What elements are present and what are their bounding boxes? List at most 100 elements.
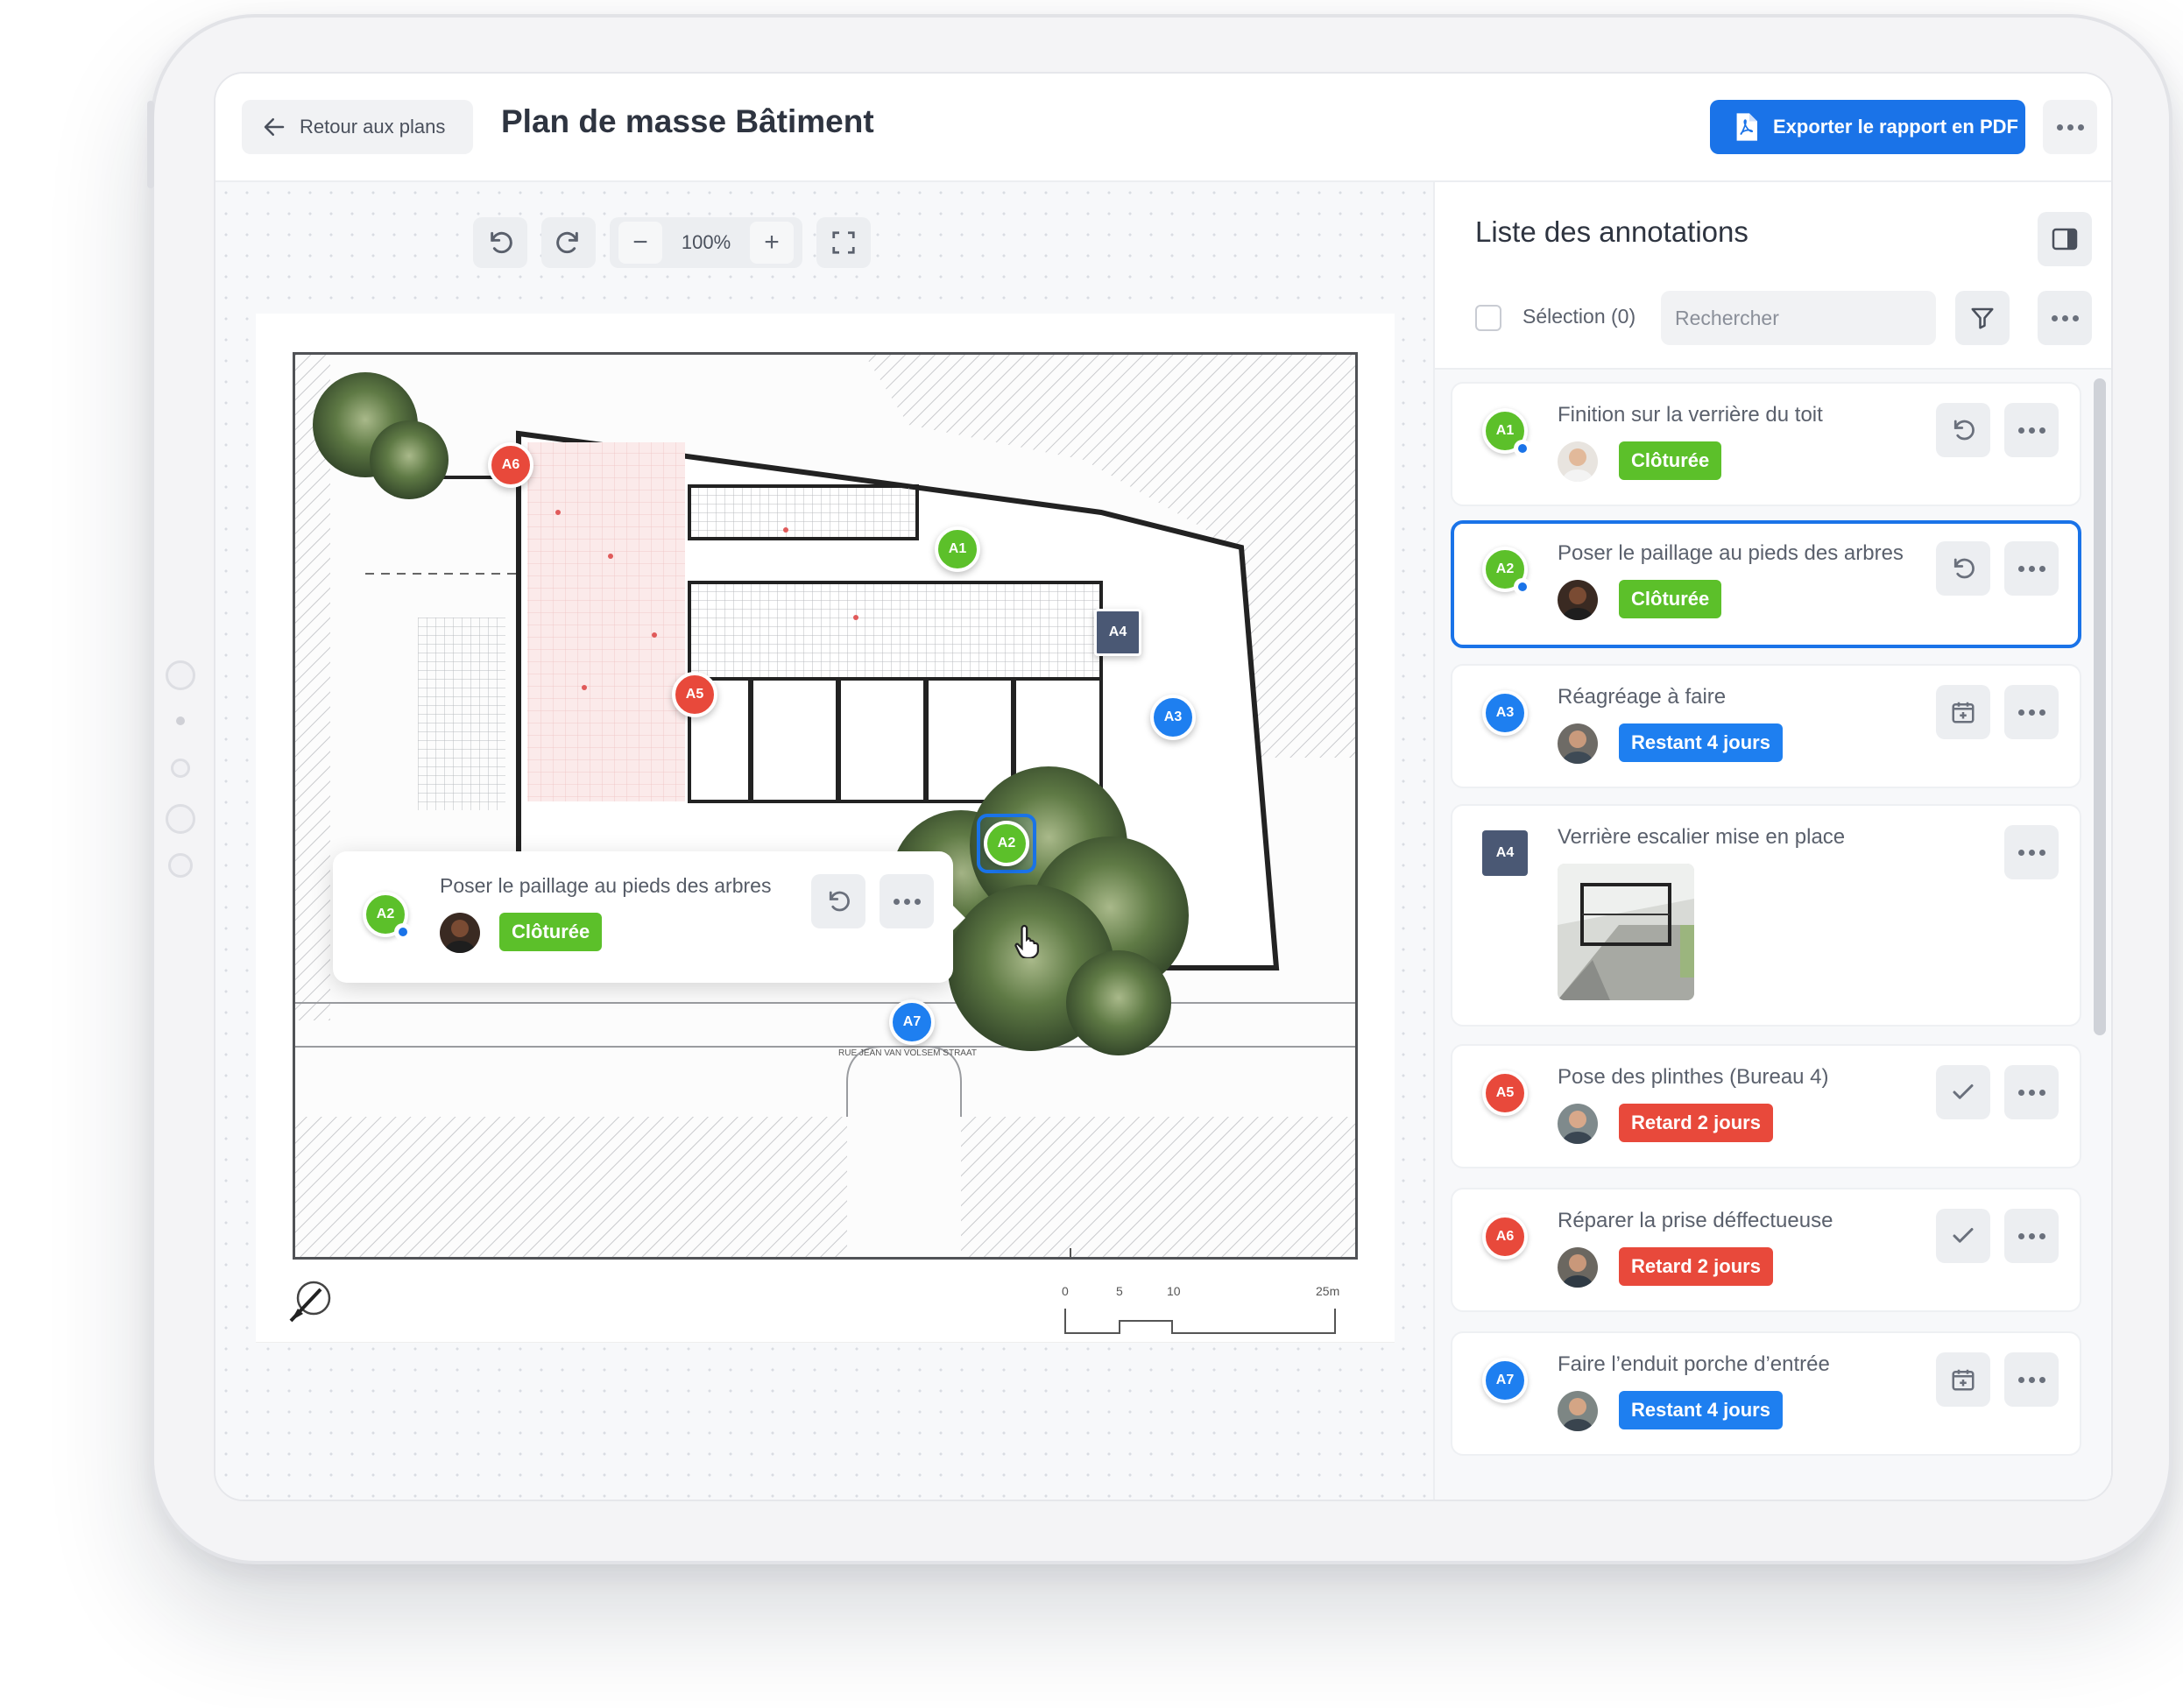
tablet-side-button	[147, 101, 154, 188]
reopen-button[interactable]	[1936, 541, 1990, 596]
status-badge: Restant 4 jours	[1619, 723, 1783, 762]
card-more-button[interactable]	[2004, 403, 2059, 457]
more-dots-icon	[2017, 849, 2045, 856]
annotation-card-a2[interactable]: A2 Poser le paillage au pieds des arbres…	[1451, 520, 2081, 648]
undo-button[interactable]	[473, 217, 527, 268]
scale-bar-graphic	[1064, 1309, 1336, 1334]
annotation-card-a1[interactable]: A1 Finition sur la verrière du toit Clôt…	[1451, 382, 2081, 506]
status-badge: Retard 2 jours	[1619, 1104, 1773, 1142]
annotation-card-a5[interactable]: A5 Pose des plinthes (Bureau 4) Retard 2…	[1451, 1044, 2081, 1168]
annotations-list[interactable]: A1 Finition sur la verrière du toit Clôt…	[1435, 371, 2111, 1500]
annotation-card-a6[interactable]: A6 Réparer la prise déffectueuse Retard …	[1451, 1188, 2081, 1312]
calendar-add-icon	[1952, 702, 1975, 723]
export-pdf-button[interactable]: Exporter le rapport en PDF	[1710, 100, 2025, 154]
plan-marker-a4[interactable]: A4	[1094, 609, 1141, 656]
zoom-in-button[interactable]: +	[750, 222, 794, 264]
scale-label: 10	[1167, 1284, 1181, 1298]
plan-marker-a6[interactable]: A6	[488, 442, 533, 488]
avatar	[1558, 1247, 1598, 1288]
back-to-plans-button[interactable]: Retour aux plans	[242, 100, 473, 154]
avatar	[1558, 580, 1598, 620]
toggle-panel-button[interactable]	[2038, 212, 2092, 266]
calendar-add-icon	[1952, 1369, 1975, 1391]
panel-title: Liste des annotations	[1475, 215, 1749, 248]
status-badge: Restant 4 jours	[1619, 1391, 1783, 1429]
more-dots-icon	[2017, 565, 2045, 572]
annotation-title: Pose des plinthes (Bureau 4)	[1558, 1065, 1829, 1089]
plan-marker-a2[interactable]: A2	[984, 821, 1029, 866]
assignee-icon	[394, 923, 412, 941]
tablet-sensor	[176, 716, 185, 725]
scrollbar-thumb[interactable]	[2094, 378, 2106, 1035]
more-dots-icon	[2017, 1232, 2045, 1239]
redo-button[interactable]	[541, 217, 596, 268]
annotations-panel: Liste des annotations Sélection (0) A1	[1433, 182, 2111, 1500]
card-more-button[interactable]	[2004, 1065, 2059, 1119]
app-header: Retour aux plans Plan de masse Bâtiment …	[215, 74, 2111, 182]
avatar	[1558, 1391, 1598, 1431]
filter-button[interactable]	[1955, 291, 2010, 345]
plan-marker-a7[interactable]: A7	[889, 999, 935, 1045]
zoom-out-button[interactable]: −	[618, 222, 662, 264]
scrollbar[interactable]	[2094, 378, 2106, 1491]
mark-done-button[interactable]	[1936, 1209, 1990, 1263]
page-title: Plan de masse Bâtiment	[501, 103, 874, 139]
assignee-icon	[1514, 440, 1531, 457]
more-dots-icon	[2017, 1376, 2045, 1383]
annotation-marker: A1	[1482, 408, 1531, 457]
card-more-button[interactable]	[2004, 1209, 2059, 1263]
search-box	[1661, 291, 1936, 345]
selection-count: Sélection (0)	[1522, 305, 1636, 328]
status-badge: Retard 2 jours	[1619, 1247, 1773, 1286]
header-more-button[interactable]	[2043, 100, 2097, 154]
undo-icon	[491, 231, 512, 254]
schedule-button[interactable]	[1936, 685, 1990, 739]
card-more-button[interactable]	[2004, 685, 2059, 739]
select-all-checkbox[interactable]	[1475, 305, 1501, 331]
popup-marker: A2	[363, 892, 412, 941]
reopen-button[interactable]	[811, 874, 865, 928]
arrow-left-icon	[264, 118, 285, 136]
mark-done-button[interactable]	[1936, 1065, 1990, 1119]
avatar	[1558, 723, 1598, 764]
tablet-button	[168, 853, 193, 878]
card-more-button[interactable]	[2004, 1352, 2059, 1407]
popup-title: Poser le paillage au pieds des arbres	[440, 874, 772, 897]
scale-label: 5	[1116, 1284, 1123, 1298]
sidebar-toggle-icon	[2052, 228, 2078, 251]
reopen-button[interactable]	[1936, 403, 1990, 457]
redo-icon	[556, 231, 578, 254]
schedule-button[interactable]	[1936, 1352, 1990, 1407]
assignee-icon	[1514, 578, 1531, 596]
scale-label: 25m	[1316, 1284, 1340, 1298]
tablet-button	[166, 660, 195, 690]
card-more-button[interactable]	[2004, 825, 2059, 879]
app-screen: Retour aux plans Plan de masse Bâtiment …	[214, 72, 2113, 1501]
annotation-card-a7[interactable]: A7 Faire l’enduit porche d’entrée Restan…	[1451, 1331, 2081, 1456]
north-arrow-icon	[289, 1281, 331, 1323]
check-icon	[1953, 1084, 1974, 1099]
fullscreen-button[interactable]	[816, 217, 871, 268]
annotation-photo[interactable]	[1558, 864, 1694, 1000]
plan-marker-a3[interactable]: A3	[1150, 695, 1196, 740]
popup-more-button[interactable]	[880, 874, 934, 928]
plan-marker-a1[interactable]: A1	[935, 526, 980, 572]
status-badge: Clôturée	[1619, 580, 1722, 618]
annotation-card-a4[interactable]: A4 Verrière escalier mise en place	[1451, 804, 2081, 1027]
annotation-title: Poser le paillage au pieds des arbres	[1558, 541, 1904, 565]
card-more-button[interactable]	[2004, 541, 2059, 596]
search-input[interactable]	[1675, 306, 1934, 330]
plan-canvas[interactable]: − 100% + A6 A1 A4 A5 A3 A2 A7 RUE JEAN V…	[215, 182, 1433, 1500]
panel-more-button[interactable]	[2038, 291, 2092, 345]
annotation-popup[interactable]: A2 Poser le paillage au pieds des arbres…	[333, 851, 965, 983]
plan-marker-a5[interactable]: A5	[672, 672, 717, 717]
annotation-marker: A7	[1482, 1358, 1528, 1403]
annotation-card-a3[interactable]: A3 Réagréage à faire Restant 4 jours	[1451, 664, 2081, 788]
more-dots-icon	[2051, 314, 2079, 321]
avatar	[440, 913, 480, 953]
street-label: RUE JEAN VAN VOLSEM STRAAT	[838, 1048, 977, 1058]
panel-header: Liste des annotations Sélection (0)	[1435, 182, 2111, 370]
site-plan-image	[295, 355, 1355, 1257]
more-dots-icon	[2017, 1089, 2045, 1096]
annotation-title: Réparer la prise déffectueuse	[1558, 1209, 1833, 1232]
